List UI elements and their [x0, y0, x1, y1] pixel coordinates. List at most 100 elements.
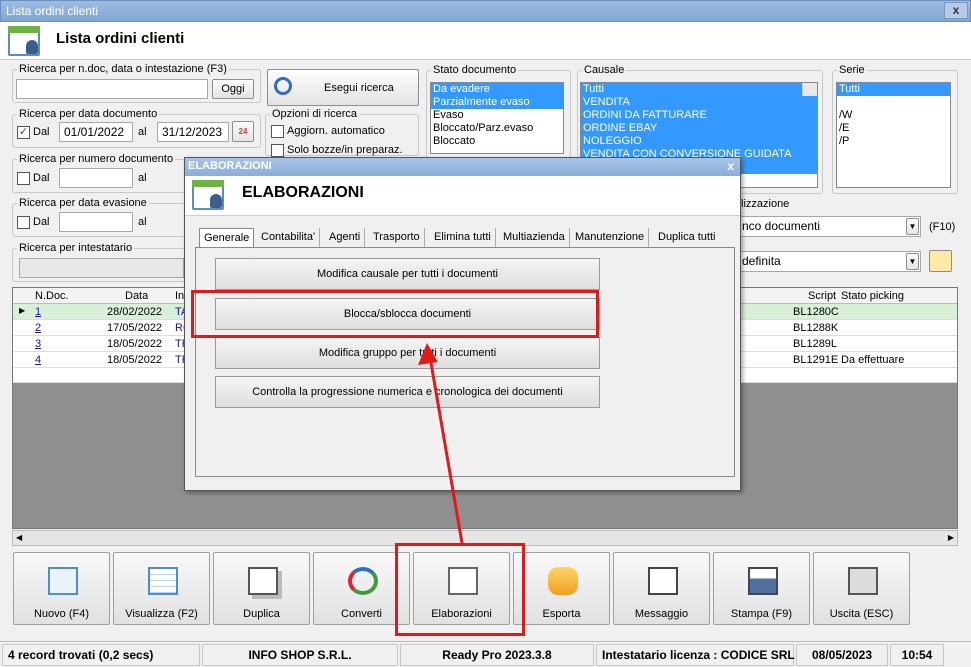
date-from-input[interactable]: 01/01/2022	[59, 122, 133, 142]
col-date[interactable]: Data	[125, 290, 148, 302]
tab-generale[interactable]: Generale	[199, 228, 255, 248]
evasion-from-label: Dal	[33, 216, 50, 228]
execute-search-button[interactable]: Esegui ricerca	[267, 69, 419, 106]
row-pointer-icon: ▶	[19, 306, 26, 315]
message-label: Messaggio	[634, 608, 689, 620]
print-label: Stampa (F9)	[730, 608, 793, 620]
row-ndoc[interactable]: 2	[35, 322, 41, 334]
dialog-titlebar: ELABORAZIONI	[185, 158, 740, 176]
reason-option[interactable]: Tutti	[581, 83, 817, 96]
today-button[interactable]: Oggi	[212, 79, 254, 99]
tab-trasporto[interactable]: Trasporto	[369, 228, 425, 248]
status-option[interactable]: Bloccato/Parz.evaso	[431, 122, 563, 135]
view-label: Visualizza (F2)	[125, 608, 198, 620]
dialog-header-title: ELABORAZIONI	[242, 184, 364, 201]
exit-label: Uscita (ESC)	[829, 608, 894, 620]
tab-duplica-tutti[interactable]: Duplica tutti	[654, 228, 719, 248]
row-ndoc[interactable]: 1	[35, 306, 41, 318]
date-to-input[interactable]: 31/12/2023	[157, 122, 229, 142]
status-option[interactable]: Da evadere	[431, 83, 563, 96]
message-button[interactable]: Messaggio	[613, 552, 710, 625]
reason-option[interactable]: VENDITA	[581, 96, 817, 109]
series-option[interactable]: /P	[837, 135, 950, 148]
export-icon	[548, 567, 578, 595]
row-script: BL1280C	[793, 306, 839, 318]
col-picking[interactable]: Stato picking	[841, 290, 904, 302]
number-from-input[interactable]	[59, 168, 133, 188]
tab-manutenzione[interactable]: Manutenzione	[571, 228, 650, 248]
series-option[interactable]: Tutti	[837, 83, 950, 96]
drafts-only-label: Solo bozze/in preparaz.	[287, 144, 403, 156]
series-option[interactable]	[837, 96, 950, 109]
print-button[interactable]: Stampa (F9)	[713, 552, 810, 625]
status-option[interactable]: Parzialmente evaso	[431, 96, 563, 109]
row-date: 17/05/2022	[107, 322, 163, 334]
series-list[interactable]: Tutti /W /E /P	[836, 82, 951, 188]
col-script[interactable]: Script	[808, 290, 836, 302]
search-number-legend: Ricerca per numero documento	[19, 153, 174, 165]
series-option[interactable]: /W	[837, 109, 950, 122]
row-date: 18/05/2022	[107, 338, 163, 350]
col-ndoc[interactable]: N.Doc.	[35, 290, 69, 302]
search-ndoc-input[interactable]	[16, 79, 208, 99]
evasion-from-checkbox[interactable]	[17, 216, 30, 229]
drafts-only-checkbox[interactable]	[271, 144, 284, 157]
page-title: Lista ordini clienti	[56, 30, 185, 47]
number-to-label: al	[138, 172, 147, 184]
number-from-checkbox[interactable]	[17, 172, 30, 185]
elaborazioni-button[interactable]: Elaborazioni	[413, 552, 510, 625]
tab-elimina-tutti[interactable]: Elimina tutti	[430, 228, 496, 248]
chevron-down-icon[interactable]: ▼	[906, 253, 919, 270]
export-button[interactable]: Esporta	[513, 552, 610, 625]
doc-status-legend: Stato documento	[433, 64, 517, 76]
row-ndoc[interactable]: 3	[35, 338, 41, 350]
convert-label: Converti	[341, 608, 382, 620]
new-button[interactable]: Nuovo (F4)	[13, 552, 110, 625]
status-records: 4 record trovati (0,2 secs)	[2, 644, 200, 666]
evasion-from-input[interactable]	[59, 212, 133, 232]
lock-unlock-button[interactable]: Blocca/sblocca documenti	[215, 298, 600, 330]
folder-icon[interactable]	[929, 250, 952, 272]
number-from-label: Dal	[33, 172, 50, 184]
status-option[interactable]: Evaso	[431, 109, 563, 122]
holder-input[interactable]	[19, 258, 184, 278]
message-icon	[648, 567, 678, 595]
scroll-left-icon[interactable]: ◀	[16, 533, 22, 542]
view-f10-label: (F10)	[929, 221, 956, 233]
dialog-close-button[interactable]: x	[727, 159, 734, 173]
scroll-right-icon[interactable]: ▶	[948, 533, 954, 542]
date-to-label: al	[138, 126, 147, 138]
layout-combo[interactable]: definita	[737, 251, 921, 272]
duplicate-button[interactable]: Duplica	[213, 552, 310, 625]
status-option[interactable]: Bloccato	[431, 135, 563, 148]
tab-agenti[interactable]: Agenti	[325, 228, 366, 248]
change-reason-all-button[interactable]: Modifica causale per tutti i documenti	[215, 258, 600, 290]
grid-horizontal-scrollbar[interactable]: ◀ ▶	[12, 530, 958, 546]
chevron-down-icon[interactable]: ▼	[906, 218, 919, 235]
col-holder[interactable]: In	[175, 290, 184, 302]
tab-contabilita[interactable]: Contabilita'	[257, 228, 321, 248]
view-combo[interactable]: nco documenti	[737, 216, 921, 237]
new-doc-icon	[48, 567, 78, 595]
date-from-checkbox[interactable]: ✓	[17, 126, 30, 139]
auto-refresh-checkbox[interactable]	[271, 125, 284, 138]
window-close-button[interactable]: x	[944, 2, 968, 19]
reason-option[interactable]: NOLEGGIO	[581, 135, 817, 148]
calendar-icon[interactable]: 24	[232, 121, 254, 142]
auto-refresh-label: Aggiorn. automatico	[287, 125, 385, 137]
duplicate-icon	[248, 567, 278, 595]
series-option[interactable]: /E	[837, 122, 950, 135]
convert-button[interactable]: Converti	[313, 552, 410, 625]
exit-button[interactable]: Uscita (ESC)	[813, 552, 910, 625]
doc-status-list[interactable]: Da evadere Parzialmente evaso Evaso Bloc…	[430, 82, 564, 154]
elaborazioni-label: Elaborazioni	[431, 608, 492, 620]
reason-option[interactable]: ORDINE EBAY	[581, 122, 817, 135]
row-ndoc[interactable]: 4	[35, 354, 41, 366]
view-button[interactable]: Visualizza (F2)	[113, 552, 210, 625]
search-holder-legend: Ricerca per intestatario	[19, 242, 133, 254]
reason-option[interactable]: ORDINI DA FATTURARE	[581, 109, 817, 122]
tab-multiazienda[interactable]: Multiazienda	[499, 228, 570, 248]
row-date: 28/02/2022	[107, 306, 163, 318]
status-license: Intestatario licenza : CODICE SRL	[596, 644, 795, 666]
reason-scrollbar[interactable]	[802, 83, 817, 96]
